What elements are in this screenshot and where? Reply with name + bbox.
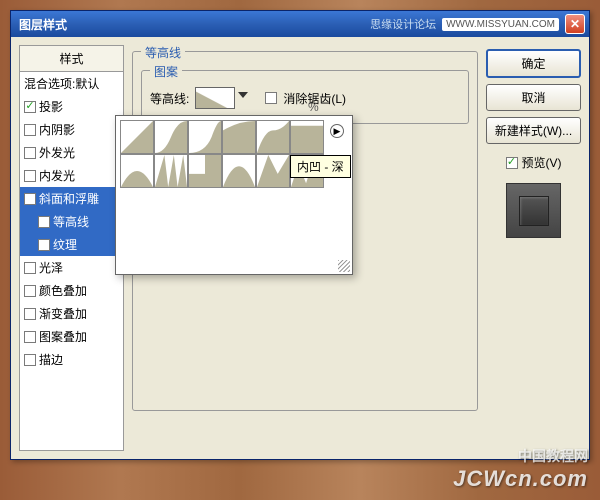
contour-picker[interactable] <box>195 87 235 109</box>
brand-text: 思缘设计论坛 <box>370 16 436 32</box>
style-item[interactable]: 光泽 <box>20 256 123 279</box>
style-item-label: 纹理 <box>53 236 77 253</box>
style-item-label: 光泽 <box>39 259 63 276</box>
contour-label: 等高线: <box>150 90 189 107</box>
contour-popup: ▶ <box>115 115 353 275</box>
style-item[interactable]: 等高线 <box>20 210 123 233</box>
cancel-button[interactable]: 取消 <box>486 84 581 111</box>
contour-thumb[interactable] <box>256 154 290 188</box>
contour-thumb[interactable] <box>154 154 188 188</box>
contour-group-label: 等高线 <box>141 44 185 61</box>
style-item[interactable]: 内阴影 <box>20 118 123 141</box>
style-item[interactable]: 渐变叠加 <box>20 302 123 325</box>
style-item[interactable]: 纹理 <box>20 233 123 256</box>
contour-thumb[interactable] <box>256 120 290 154</box>
preview-swatch <box>506 183 561 238</box>
style-item-label: 内发光 <box>39 167 75 184</box>
contour-row: 等高线: 消除锯齿(L) <box>150 87 460 109</box>
style-item-label: 描边 <box>39 351 63 368</box>
style-item-label: 颜色叠加 <box>39 282 87 299</box>
close-icon: ✕ <box>570 17 580 31</box>
titlebar[interactable]: 图层样式 思缘设计论坛 WWW.MISSYUAN.COM ✕ <box>11 11 589 37</box>
contour-thumb[interactable] <box>120 120 154 154</box>
new-style-button[interactable]: 新建样式(W)... <box>486 117 581 144</box>
style-item-label: 投影 <box>39 98 63 115</box>
close-button[interactable]: ✕ <box>565 14 585 34</box>
style-item[interactable]: 颜色叠加 <box>20 279 123 302</box>
ok-button[interactable]: 确定 <box>486 49 581 78</box>
blend-options-item[interactable]: 混合选项:默认 <box>20 72 123 95</box>
styles-header: 样式 <box>19 45 124 72</box>
style-item[interactable]: 内发光 <box>20 164 123 187</box>
style-item-label: 内阴影 <box>39 121 75 138</box>
action-buttons: 确定 取消 新建样式(W)... 预览(V) <box>486 45 581 451</box>
style-checkbox[interactable] <box>38 216 50 228</box>
style-item[interactable]: 描边 <box>20 348 123 371</box>
styles-panel: 样式 混合选项:默认 投影内阴影外发光内发光斜面和浮雕等高线纹理光泽颜色叠加渐变… <box>19 45 124 451</box>
pattern-subgroup-label: 图案 <box>150 63 182 80</box>
style-checkbox[interactable] <box>24 193 36 205</box>
style-checkbox[interactable] <box>24 124 36 136</box>
style-checkbox[interactable] <box>24 354 36 366</box>
style-checkbox[interactable] <box>24 262 36 274</box>
contour-thumb[interactable] <box>154 120 188 154</box>
contour-thumb[interactable] <box>222 154 256 188</box>
style-checkbox[interactable] <box>24 331 36 343</box>
style-item[interactable]: 外发光 <box>20 141 123 164</box>
popup-menu-icon[interactable]: ▶ <box>330 124 344 138</box>
style-item[interactable]: 斜面和浮雕 <box>20 187 123 210</box>
watermark-url: JCWcn.com <box>453 466 588 492</box>
watermark-cn: 中国教程网 <box>518 446 588 466</box>
style-item-label: 外发光 <box>39 144 75 161</box>
preview-row: 预览(V) <box>486 154 581 171</box>
style-item-label: 斜面和浮雕 <box>39 190 99 207</box>
contour-thumb[interactable] <box>188 120 222 154</box>
preview-checkbox[interactable] <box>506 157 518 169</box>
style-item[interactable]: 图案叠加 <box>20 325 123 348</box>
style-item-label: 渐变叠加 <box>39 305 87 322</box>
contour-thumb[interactable] <box>120 154 154 188</box>
contour-tooltip: 内凹 - 深 <box>290 155 351 178</box>
titlebar-right: 思缘设计论坛 WWW.MISSYUAN.COM ✕ <box>370 14 585 34</box>
blend-options-label: 混合选项:默认 <box>24 75 99 92</box>
contour-thumb[interactable] <box>290 120 324 154</box>
preview-inner <box>519 196 549 226</box>
contour-thumb[interactable] <box>222 120 256 154</box>
percent-label: % <box>308 100 319 114</box>
dialog-title: 图层样式 <box>15 16 67 33</box>
style-checkbox[interactable] <box>24 285 36 297</box>
style-item-label: 图案叠加 <box>39 328 87 345</box>
style-checkbox[interactable] <box>38 239 50 251</box>
style-checkbox[interactable] <box>24 170 36 182</box>
style-item-label: 等高线 <box>53 213 89 230</box>
preview-label: 预览(V) <box>522 154 562 171</box>
resize-grip-icon[interactable] <box>338 260 350 272</box>
contour-thumb[interactable] <box>188 154 222 188</box>
style-item[interactable]: 投影 <box>20 95 123 118</box>
style-checkbox[interactable] <box>24 101 36 113</box>
antialias-checkbox[interactable] <box>265 92 277 104</box>
styles-list: 混合选项:默认 投影内阴影外发光内发光斜面和浮雕等高线纹理光泽颜色叠加渐变叠加图… <box>19 72 124 451</box>
style-checkbox[interactable] <box>24 308 36 320</box>
brand-url: WWW.MISSYUAN.COM <box>442 18 559 31</box>
style-checkbox[interactable] <box>24 147 36 159</box>
